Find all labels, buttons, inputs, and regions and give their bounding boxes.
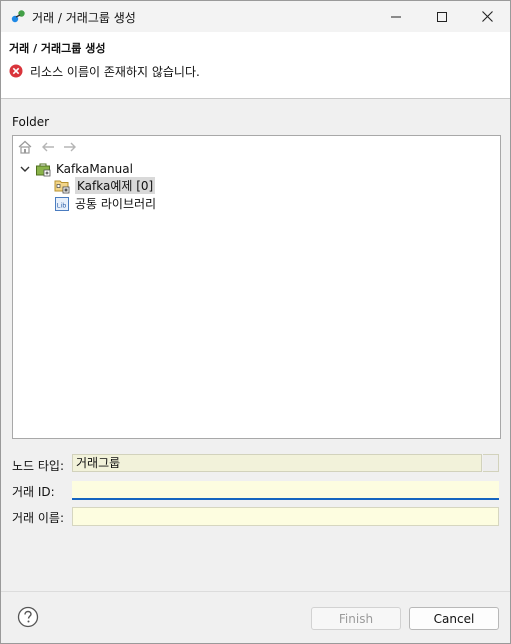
node-type-label: 노드 타입: xyxy=(12,459,65,473)
error-icon xyxy=(9,64,23,78)
tree-node-common-library[interactable]: Lib 공통 라이브러리 xyxy=(54,195,156,212)
tree-node-label: Kafka예제 [0] xyxy=(75,177,156,194)
project-icon xyxy=(36,163,51,176)
chevron-down-icon[interactable] xyxy=(19,163,31,175)
library-icon: Lib xyxy=(55,196,69,211)
error-message-row: 리소스 이름이 존재하지 않습니다. xyxy=(9,63,200,79)
tree-node-label: 공통 라이브러리 xyxy=(75,197,157,211)
txn-name-label: 거래 이름: xyxy=(12,511,65,525)
node-type-field-end xyxy=(483,454,499,472)
folder-group-icon xyxy=(54,180,70,193)
txn-name-input[interactable] xyxy=(72,507,499,526)
tree-node-kafkamanual[interactable]: KafkaManual xyxy=(19,160,133,177)
forward-arrow-icon[interactable] xyxy=(62,139,78,155)
home-icon[interactable] xyxy=(17,139,33,155)
dialog-header: 거래 / 거래그룹 생성 리소스 이름이 존재하지 않습니다. xyxy=(1,32,510,99)
finish-button[interactable]: Finish xyxy=(311,607,401,630)
title-bar: 거래 / 거래그룹 생성 xyxy=(1,1,510,32)
error-message: 리소스 이름이 존재하지 않습니다. xyxy=(30,64,200,79)
back-arrow-icon[interactable] xyxy=(40,139,56,155)
dialog-window: 거래 / 거래그룹 생성 거래 / 거래그룹 생성 리소스 이름이 존재하지 않… xyxy=(0,0,511,644)
svg-text:Lib: Lib xyxy=(57,201,67,209)
close-button[interactable] xyxy=(464,1,510,32)
folder-tree[interactable]: KafkaManual Kafka예제 [0] Lib 공통 라이브러리 xyxy=(12,135,501,439)
header-title: 거래 / 거래그룹 생성 xyxy=(9,42,106,55)
txn-id-label: 거래 ID: xyxy=(12,485,55,499)
minimize-button[interactable] xyxy=(373,1,419,32)
folder-label: Folder xyxy=(12,115,50,129)
tree-node-label: KafkaManual xyxy=(56,161,133,176)
window-title: 거래 / 거래그룹 생성 xyxy=(32,11,136,25)
minimize-icon xyxy=(391,16,401,17)
maximize-icon xyxy=(437,11,447,22)
maximize-button[interactable] xyxy=(419,1,465,32)
node-type-field: 거래그룹 xyxy=(72,454,482,472)
tree-node-kafka-example[interactable]: Kafka예제 [0] xyxy=(54,177,156,194)
cancel-button[interactable]: Cancel xyxy=(409,607,499,630)
close-icon xyxy=(481,11,493,22)
footer-divider xyxy=(1,591,510,592)
txn-id-input[interactable] xyxy=(72,481,499,500)
app-logo-icon xyxy=(11,10,25,23)
help-icon[interactable] xyxy=(17,606,39,628)
tree-toolbar xyxy=(13,136,500,158)
